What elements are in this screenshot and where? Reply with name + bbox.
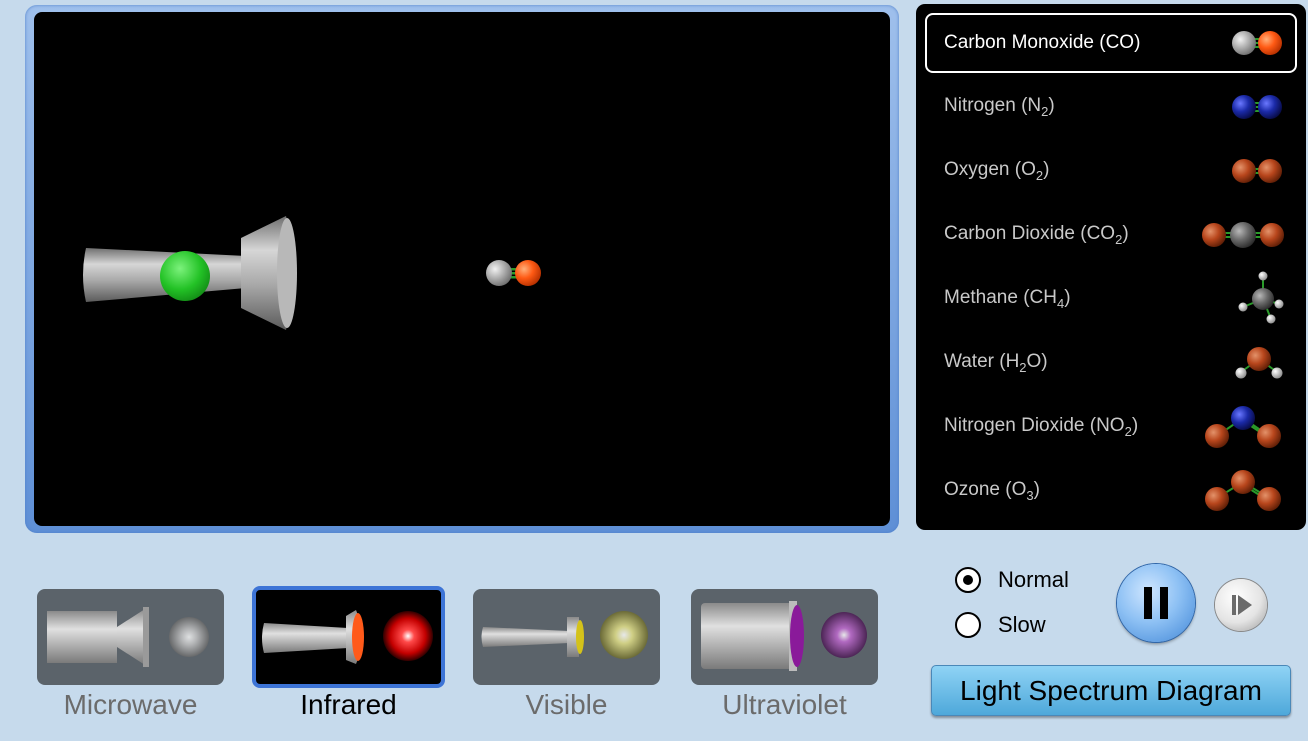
carbon-dioxide-molecule-icon <box>1202 222 1284 248</box>
carbon-monoxide-molecule-icon <box>1232 31 1282 55</box>
molecule-selection-panel: Carbon Monoxide (CO) Nitrogen (N2) Oxyge… <box>916 4 1306 530</box>
molecule-label: Water (H2O) <box>944 351 1048 375</box>
molecule-label: Methane (CH4) <box>944 287 1071 311</box>
step-forward-button[interactable] <box>1215 579 1267 631</box>
play-screen <box>34 12 890 526</box>
nitrogen-dioxide-molecule-icon <box>1205 406 1281 448</box>
light-source-visible-label: Visible <box>525 689 608 720</box>
molecule-item-methane[interactable]: Methane (CH4) <box>925 269 1297 329</box>
molecule-item-nitrogen-dioxide[interactable]: Nitrogen Dioxide (NO2) <box>925 397 1297 457</box>
molecule-item-nitrogen[interactable]: Nitrogen (N2) <box>925 77 1297 137</box>
molecule-item-water[interactable]: Water (H2O) <box>925 333 1297 393</box>
nitrogen-molecule-icon <box>1232 95 1282 119</box>
light-source-visible-button[interactable] <box>473 589 660 685</box>
light-source-ultraviolet-label: Ultraviolet <box>722 689 847 720</box>
infrared-emitter-icon <box>262 610 433 664</box>
ultraviolet-emitter-icon <box>701 601 867 671</box>
light-source-ultraviolet-button[interactable] <box>691 589 878 685</box>
radio-slow-indicator[interactable] <box>955 612 981 638</box>
speed-slow-radio[interactable]: Slow <box>955 612 1046 638</box>
speed-normal-label: Normal <box>998 567 1069 592</box>
pause-icon <box>1144 587 1168 619</box>
molecule-label: Nitrogen Dioxide (NO2) <box>944 415 1139 439</box>
molecule-label: Oxygen (O2) <box>944 159 1050 183</box>
molecule-item-carbon-monoxide[interactable]: Carbon Monoxide (CO) <box>925 13 1297 73</box>
molecule-item-carbon-dioxide[interactable]: Carbon Dioxide (CO2) <box>925 205 1297 265</box>
light-source-infrared-button[interactable] <box>252 586 445 688</box>
ozone-molecule-icon <box>1205 470 1281 511</box>
molecule-label: Ozone (O3) <box>944 479 1040 503</box>
light-source-microwave-label: Microwave <box>63 689 198 720</box>
molecule-item-ozone[interactable]: Ozone (O3) <box>925 461 1297 521</box>
light-source-infrared-label: Infrared <box>300 689 397 720</box>
methane-molecule-icon <box>1238 271 1284 324</box>
microwave-emitter-icon <box>47 607 209 667</box>
speed-slow-label: Slow <box>998 612 1046 637</box>
water-molecule-icon <box>1235 347 1283 379</box>
molecule-label: Nitrogen (N2) <box>944 95 1055 119</box>
light-source-microwave-button[interactable] <box>37 589 224 685</box>
light-spectrum-diagram-button[interactable]: Light Spectrum Diagram <box>931 665 1291 716</box>
co-molecule <box>486 260 541 286</box>
radio-normal-indicator[interactable] <box>955 567 981 593</box>
step-forward-icon <box>1232 595 1252 615</box>
molecule-label: Carbon Dioxide (CO2) <box>944 223 1129 247</box>
oxygen-molecule-icon <box>1232 159 1282 183</box>
infrared-emitter <box>83 216 297 330</box>
visible-emitter-icon <box>481 611 648 659</box>
emitter-on-button[interactable] <box>160 251 210 301</box>
molecule-label: Carbon Monoxide (CO) <box>944 32 1141 53</box>
molecule-item-oxygen[interactable]: Oxygen (O2) <box>925 141 1297 201</box>
speed-normal-radio[interactable]: Normal <box>955 567 1069 593</box>
play-area <box>25 5 899 533</box>
pause-button[interactable] <box>1117 564 1195 642</box>
